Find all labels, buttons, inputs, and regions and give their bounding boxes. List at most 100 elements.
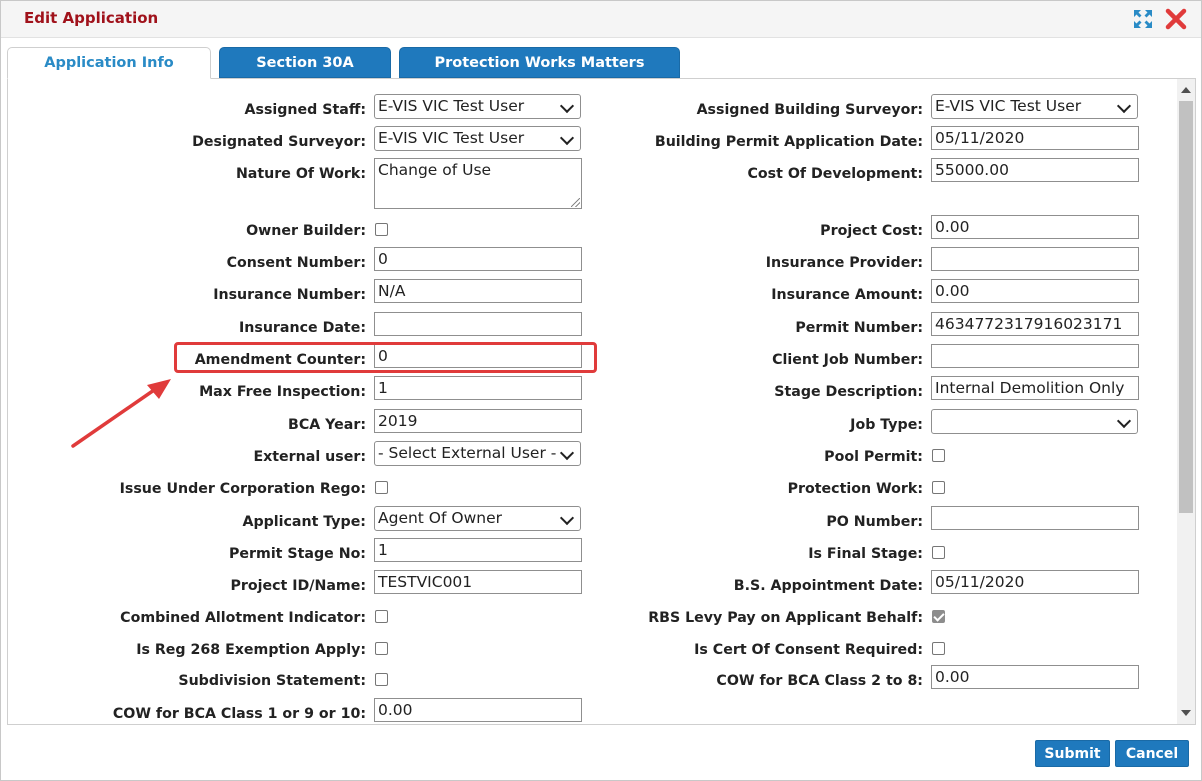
scrollbar-thumb[interactable] [1179, 101, 1193, 513]
stage-description-input[interactable]: Internal Demolition Only [931, 376, 1139, 400]
cost-of-development-input[interactable]: 55000.00 [931, 158, 1139, 182]
combined-allotment-indicator-label: Combined Allotment Indicator: [120, 610, 366, 626]
protection-work-label: Protection Work: [787, 481, 923, 497]
insurance-amount-label: Insurance Amount: [771, 287, 923, 303]
project-id-name-label: Project ID/Name: [230, 578, 366, 594]
insurance-provider-label: Insurance Provider: [765, 255, 923, 271]
project-cost-label: Project Cost: [820, 223, 923, 239]
subdivision-statement-checkbox[interactable] [375, 673, 388, 686]
owner-builder-label: Owner Builder: [246, 223, 366, 239]
external-user-label: External user: [253, 449, 366, 465]
tab-protection-works-matters[interactable]: Protection Works Matters [399, 47, 680, 78]
bca-year-value: 2019 [378, 412, 418, 430]
resize-grip-icon[interactable] [571, 198, 580, 207]
cost-of-development-value: 55000.00 [935, 161, 1009, 179]
issue-under-corporation-rego-label: Issue Under Corporation Rego: [119, 481, 366, 497]
consent-number-input[interactable]: 0 [374, 247, 582, 271]
annotation-arrow-icon [71, 379, 171, 448]
protection-work-checkbox[interactable] [932, 481, 945, 494]
consent-number-value: 0 [378, 250, 388, 268]
maximize-icon[interactable] [1132, 8, 1154, 30]
designated-surveyor-select[interactable]: E-VIS VIC Test User [374, 126, 581, 151]
owner-builder-checkbox[interactable] [375, 223, 388, 236]
consent-number-label: Consent Number: [226, 255, 366, 271]
insurance-number-value: N/A [378, 282, 406, 300]
external-user-select[interactable]: - Select External User - [374, 441, 581, 466]
external-user-value: - Select External User - [378, 444, 557, 462]
nature-of-work-label: Nature Of Work: [235, 166, 366, 182]
vertical-scrollbar[interactable] [1177, 79, 1195, 724]
submit-button[interactable]: Submit [1035, 740, 1110, 767]
is-cert-of-consent-required-label: Is Cert Of Consent Required: [694, 642, 923, 658]
cow-bca-class-2-8-value: 0.00 [935, 668, 970, 686]
applicant-type-value: Agent Of Owner [378, 509, 502, 527]
combined-allotment-indicator-checkbox[interactable] [375, 610, 388, 623]
project-id-name-input[interactable]: TESTVIC001 [374, 570, 582, 594]
cow-bca-class-2-8-label: COW for BCA Class 2 to 8: [716, 673, 923, 689]
permit-stage-no-input[interactable]: 1 [374, 538, 582, 562]
assigned-building-surveyor-label: Assigned Building Surveyor: [696, 102, 923, 118]
max-free-inspection-value: 1 [378, 379, 388, 397]
close-icon[interactable] [1165, 8, 1187, 30]
chevron-down-icon [559, 98, 575, 114]
tab-application-info[interactable]: Application Info [7, 47, 211, 79]
building-permit-application-date-label: Building Permit Application Date: [654, 134, 923, 150]
bca-year-input[interactable]: 2019 [374, 409, 582, 433]
project-cost-input[interactable]: 0.00 [931, 215, 1139, 239]
project-cost-value: 0.00 [935, 218, 970, 236]
po-number-label: PO Number: [826, 514, 923, 530]
chevron-down-icon [559, 445, 575, 461]
job-type-select[interactable] [931, 409, 1138, 434]
assigned-staff-value: E-VIS VIC Test User [378, 97, 525, 115]
building-permit-application-date-value: 05/11/2020 [935, 129, 1025, 147]
insurance-amount-input[interactable]: 0.00 [931, 279, 1139, 303]
stage-description-value: Internal Demolition Only [935, 379, 1125, 397]
permit-number-input[interactable]: 4634772317916023171 [931, 312, 1139, 336]
is-cert-of-consent-required-checkbox[interactable] [932, 642, 945, 655]
insurance-number-input[interactable]: N/A [374, 279, 582, 303]
scroll-down-icon[interactable] [1181, 710, 1191, 716]
amendment-counter-highlight [174, 342, 597, 373]
assigned-building-surveyor-select[interactable]: E-VIS VIC Test User [931, 94, 1138, 119]
issue-under-corporation-rego-checkbox[interactable] [375, 481, 388, 494]
bs-appointment-date-value: 05/11/2020 [935, 573, 1025, 591]
insurance-date-input[interactable] [374, 312, 582, 336]
job-type-label: Job Type: [850, 417, 923, 433]
cow-bca-class-1-9-10-label: COW for BCA Class 1 or 9 or 10: [112, 706, 366, 722]
project-id-name-value: TESTVIC001 [378, 573, 473, 591]
chevron-down-icon [1116, 413, 1132, 429]
bs-appointment-date-label: B.S. Appointment Date: [733, 578, 923, 594]
assigned-staff-select[interactable]: E-VIS VIC Test User [374, 94, 581, 119]
cancel-button[interactable]: Cancel [1115, 740, 1189, 767]
is-reg-268-exemption-apply-checkbox[interactable] [375, 642, 388, 655]
scroll-up-icon[interactable] [1181, 87, 1191, 93]
chevron-down-icon [559, 510, 575, 526]
bs-appointment-date-input[interactable]: 05/11/2020 [931, 570, 1139, 594]
cow-bca-class-1-9-10-input[interactable]: 0.00 [374, 698, 582, 722]
insurance-provider-input[interactable] [931, 247, 1139, 271]
building-permit-application-date-input[interactable]: 05/11/2020 [931, 126, 1139, 150]
tab-section-30a[interactable]: Section 30A [219, 47, 391, 78]
cow-bca-class-1-9-10-value: 0.00 [378, 701, 413, 719]
pool-permit-checkbox[interactable] [932, 449, 945, 462]
client-job-number-input[interactable] [931, 344, 1139, 368]
permit-stage-no-label: Permit Stage No: [229, 546, 366, 562]
max-free-inspection-input[interactable]: 1 [374, 376, 582, 400]
applicant-type-label: Applicant Type: [242, 514, 366, 530]
po-number-input[interactable] [931, 506, 1139, 530]
max-free-inspection-label: Max Free Inspection: [199, 384, 366, 400]
cow-bca-class-2-8-input[interactable]: 0.00 [931, 665, 1139, 689]
insurance-date-label: Insurance Date: [239, 320, 366, 336]
dialog-titlebar: Edit Application [1, 1, 1201, 38]
client-job-number-label: Client Job Number: [772, 352, 923, 368]
cost-of-development-label: Cost Of Development: [747, 166, 924, 182]
subdivision-statement-label: Subdivision Statement: [178, 673, 366, 689]
edit-application-dialog: Edit Application Application Info Sectio… [0, 0, 1202, 781]
is-final-stage-checkbox[interactable] [932, 546, 945, 559]
designated-surveyor-label: Designated Surveyor: [192, 134, 366, 150]
insurance-amount-value: 0.00 [935, 282, 970, 300]
applicant-type-select[interactable]: Agent Of Owner [374, 506, 581, 531]
permit-number-value: 4634772317916023171 [935, 315, 1123, 333]
nature-of-work-textarea[interactable]: Change of Use [374, 158, 582, 209]
rbs-levy-pay-on-applicant-behalf-checkbox[interactable] [932, 610, 945, 623]
